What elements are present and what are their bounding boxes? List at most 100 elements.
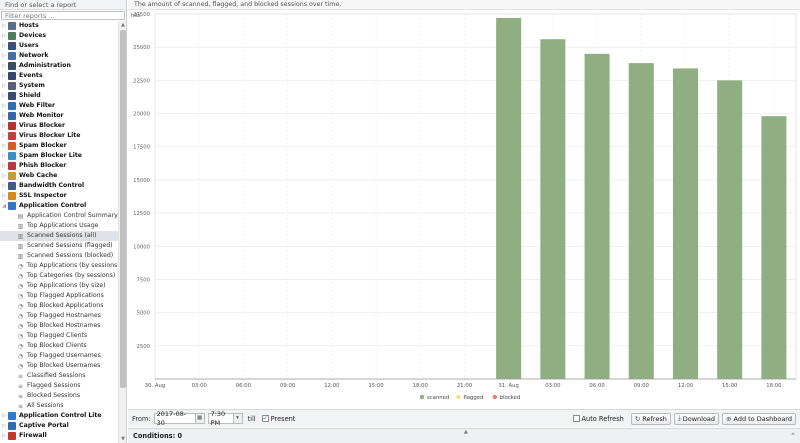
expand-arrow-icon[interactable]: ▷ (0, 121, 8, 131)
scroll-down-icon[interactable]: ▼ (119, 435, 127, 443)
bar-scanned[interactable] (584, 53, 610, 380)
y-tick-label: 22500 (133, 78, 150, 84)
legend-marker-scanned[interactable] (419, 394, 425, 400)
tree-item-devices[interactable]: ▷ Devices (0, 31, 118, 41)
report-item-top-applications-by-size[interactable]: ◔ Top Applications (by size) (0, 281, 118, 291)
expand-arrow-icon[interactable]: ▷ (0, 431, 8, 441)
tree-item-shield[interactable]: ▷ Shield (0, 91, 118, 101)
report-item-all-sessions[interactable]: ≡ All Sessions (0, 401, 118, 411)
report-item-top-applications-by-sessions[interactable]: ◔ Top Applications (by sessions) (0, 261, 118, 271)
tree-item-hosts[interactable]: ▷ Hosts (0, 21, 118, 31)
tree-item-web-monitor[interactable]: ▷ Web Monitor (0, 111, 118, 121)
x-tick-label: 03:00 (545, 383, 561, 389)
bar-scanned[interactable] (717, 80, 743, 379)
expand-arrow-icon[interactable]: ▷ (0, 411, 8, 421)
tree-item-spam-blocker-lite[interactable]: ▷ Spam Blocker Lite (0, 151, 118, 161)
report-item-application-control-summary[interactable]: ▤ Application Control Summary (0, 211, 118, 221)
legend-marker-flagged[interactable] (456, 394, 461, 400)
tree-item-web-filter[interactable]: ▷ Web Filter (0, 101, 118, 111)
refresh-button[interactable]: ↻ Refresh (630, 412, 671, 425)
present-checkbox[interactable]: ✓ (261, 415, 269, 422)
tree-item-ssl-inspector[interactable]: ▷ SSL Inspector (0, 191, 118, 201)
report-item-top-flagged-clients[interactable]: ◔ Top Flagged Clients (0, 331, 118, 341)
bar-scanned[interactable] (540, 39, 566, 380)
from-time-field[interactable]: 7:30 PM (207, 410, 234, 427)
tree-item-spam-blocker[interactable]: ▷ Spam Blocker (0, 141, 118, 151)
administration-icon (8, 62, 16, 70)
expand-arrow-icon[interactable]: ▷ (0, 131, 8, 141)
legend-label-blocked[interactable]: blocked (500, 395, 521, 401)
bar-scanned[interactable] (672, 68, 698, 379)
expand-arrow-icon[interactable]: ▷ (0, 61, 8, 71)
expand-arrow-icon[interactable]: ▷ (0, 81, 8, 91)
tree-item-label: Web Monitor (19, 112, 64, 119)
tree-item-phish-blocker[interactable]: ▷ Phish Blocker (0, 161, 118, 171)
calendar-icon[interactable]: ▦ (195, 413, 205, 424)
report-item-scanned-sessions-blocked[interactable]: ▥ Scanned Sessions (blocked) (0, 251, 118, 261)
tree-item-firewall[interactable]: ▷ Firewall (0, 431, 118, 441)
expand-arrow-icon[interactable]: ▷ (0, 31, 8, 41)
bar-scanned[interactable] (761, 116, 787, 379)
expand-arrow-icon[interactable]: ▷ (0, 171, 8, 181)
report-item-top-blocked-applications[interactable]: ◔ Top Blocked Applications (0, 301, 118, 311)
expand-arrow-icon[interactable]: ▷ (0, 151, 8, 161)
report-item-flagged-sessions[interactable]: ≡ Flagged Sessions (0, 381, 118, 391)
tree-item-application-control-lite[interactable]: ▷ Application Control Lite (0, 411, 118, 421)
report-item-top-flagged-applications[interactable]: ◔ Top Flagged Applications (0, 291, 118, 301)
collapse-arrow-icon[interactable]: ◢ (0, 201, 8, 211)
tree-item-network[interactable]: ▷ Network (0, 51, 118, 61)
report-item-top-applications-usage[interactable]: ▥ Top Applications Usage (0, 221, 118, 231)
expand-arrow-icon[interactable]: ▷ (0, 21, 8, 31)
expand-arrow-icon[interactable]: ▷ (0, 141, 8, 151)
expand-arrow-icon[interactable]: ▷ (0, 421, 8, 431)
report-item-top-flagged-usernames[interactable]: ◔ Top Flagged Usernames (0, 351, 118, 361)
report-item-blocked-sessions[interactable]: ≡ Blocked Sessions (0, 391, 118, 401)
spam-blocker-icon (8, 142, 16, 150)
expand-arrow-icon[interactable]: ▷ (0, 161, 8, 171)
report-item-top-flagged-hostnames[interactable]: ◔ Top Flagged Hostnames (0, 311, 118, 321)
legend-label-scanned[interactable]: scanned (427, 395, 449, 401)
bar-scanned[interactable] (628, 63, 654, 379)
expand-tool-icon[interactable]: ⌃ (790, 429, 796, 443)
expand-arrow-icon[interactable]: ▷ (0, 91, 8, 101)
expand-arrow-icon[interactable]: ▷ (0, 101, 8, 111)
tree-item-captive-portal[interactable]: ▷ Captive Portal (0, 421, 118, 431)
scroll-up-icon[interactable]: ▲ (119, 21, 127, 29)
expand-arrow-icon[interactable]: ▷ (0, 51, 8, 61)
expand-arrow-icon[interactable]: ▷ (0, 41, 8, 51)
from-date-field[interactable]: 2017-08-30 (153, 410, 196, 427)
auto-refresh-checkbox[interactable] (572, 415, 580, 422)
report-item-top-categories-by-sessions[interactable]: ◔ Top Categories (by sessions) (0, 271, 118, 281)
report-item-top-blocked-usernames[interactable]: ◔ Top Blocked Usernames (0, 361, 118, 371)
tree-item-administration[interactable]: ▷ Administration (0, 61, 118, 71)
expand-arrow-icon[interactable]: ▷ (0, 71, 8, 81)
tree-item-system[interactable]: ▷ System (0, 81, 118, 91)
expand-arrow-icon[interactable]: ▷ (0, 191, 8, 201)
tree-item-virus-blocker[interactable]: ▷ Virus Blocker (0, 121, 118, 131)
report-item-classified-sessions[interactable]: ≡ Classified Sessions (0, 371, 118, 381)
add-to-dashboard-button[interactable]: ⊕ Add to Dashboard (722, 412, 796, 425)
filter-reports-input[interactable] (1, 11, 125, 20)
report-item-top-blocked-hostnames[interactable]: ◔ Top Blocked Hostnames (0, 321, 118, 331)
legend-marker-blocked[interactable] (492, 394, 497, 400)
tree-item-web-cache[interactable]: ▷ Web Cache (0, 171, 118, 181)
conditions-bar[interactable]: ▲ Conditions: 0 ⌃ (128, 428, 800, 443)
tree-item-users[interactable]: ▷ Users (0, 41, 118, 51)
tree-item-bandwidth-control[interactable]: ▷ Bandwidth Control (0, 181, 118, 191)
tree-item-events[interactable]: ▷ Events (0, 71, 118, 81)
download-button[interactable]: ⤓ Download (673, 412, 720, 425)
tree-scrollbar[interactable]: ▲ ▼ (118, 21, 126, 443)
report-item-scanned-sessions-flagged[interactable]: ▥ Scanned Sessions (flagged) (0, 241, 118, 251)
tree-item-virus-blocker-lite[interactable]: ▷ Virus Blocker Lite (0, 131, 118, 141)
expand-arrow-icon[interactable]: ▷ (0, 111, 8, 121)
report-item-scanned-sessions-all[interactable]: ▥ Scanned Sessions (all) (0, 231, 118, 241)
legend-label-flagged[interactable]: flagged (463, 395, 483, 401)
collapse-chevron-icon[interactable]: ▲ (464, 425, 468, 439)
tree-item-label: Web Cache (19, 172, 58, 179)
scrollbar-thumb[interactable] (120, 30, 126, 388)
tree-item-application-control[interactable]: ◢ Application Control (0, 201, 118, 211)
bar-scanned[interactable] (496, 17, 522, 380)
report-item-top-blocked-clients[interactable]: ◔ Top Blocked Clients (0, 341, 118, 351)
expand-arrow-icon[interactable]: ▷ (0, 181, 8, 191)
time-dropdown-icon[interactable]: ▾ (233, 413, 243, 424)
